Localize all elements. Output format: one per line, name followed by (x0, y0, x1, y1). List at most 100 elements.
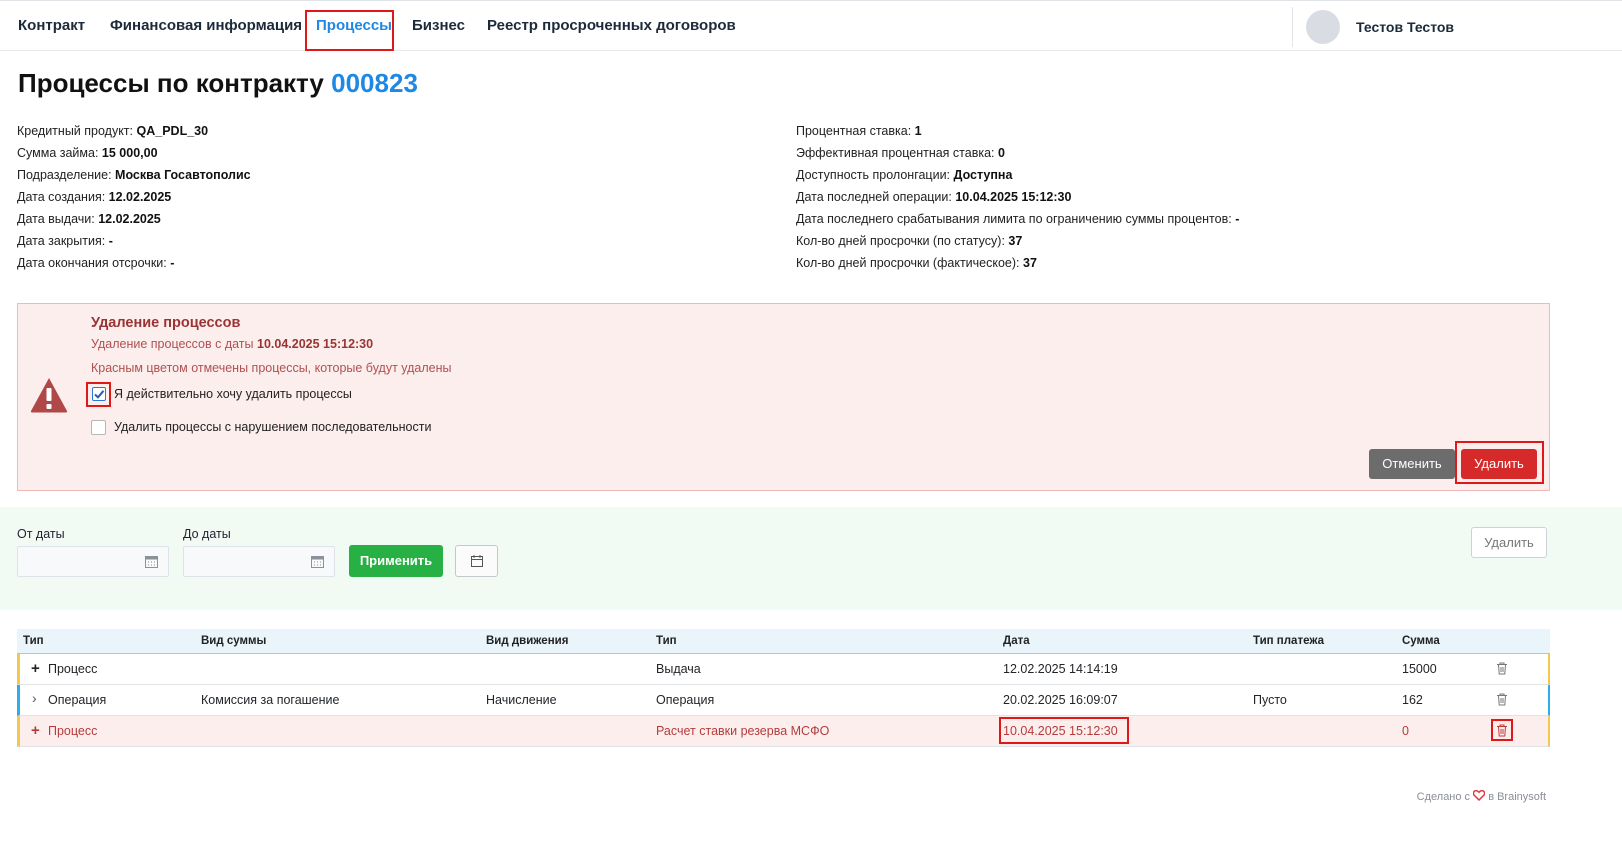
cell-amount: 15000 (1402, 662, 1437, 676)
cell-type2: Расчет ставки резерва МСФО (656, 724, 830, 738)
info-label: Кредитный продукт: (17, 124, 134, 138)
sequence-violation-label[interactable]: Удалить процессы с нарушением последоват… (114, 420, 431, 434)
info-row: Дата закрытия: - (17, 230, 251, 252)
confirm-delete-checkbox[interactable] (92, 387, 106, 401)
info-value: 12.02.2025 (108, 190, 172, 204)
tab-contract[interactable]: Контракт (18, 17, 85, 34)
tab-business[interactable]: Бизнес (412, 17, 465, 34)
page-title-text: Процессы по контракту (18, 68, 324, 98)
info-row: Доступность пролонгации: Доступна (796, 164, 1239, 186)
info-row: Подразделение: Москва Госавтополис (17, 164, 251, 186)
column-header[interactable]: Тип (23, 635, 44, 647)
info-value: Доступна (953, 168, 1013, 182)
column-header[interactable]: Тип (656, 635, 677, 647)
info-row: Кол-во дней просрочки (фактическое): 37 (796, 252, 1239, 274)
cell-amount: 162 (1402, 693, 1423, 707)
footer-suffix: в Brainysoft (1488, 791, 1546, 803)
info-value: - (108, 234, 113, 248)
info-row: Дата последнего срабатывания лимита по о… (796, 208, 1239, 230)
info-label: Дата последней операции: (796, 190, 952, 204)
footer-prefix: Сделано с (1416, 791, 1471, 803)
calendar-icon[interactable] (311, 555, 324, 568)
info-label: Кол-во дней просрочки (фактическое): (796, 256, 1020, 270)
info-row: Кол-во дней просрочки (по статусу): 37 (796, 230, 1239, 252)
trash-icon[interactable] (1496, 724, 1508, 737)
info-row: Дата выдачи: 12.02.2025 (17, 208, 251, 230)
calendar-icon[interactable] (145, 555, 158, 568)
info-label: Дата окончания отсрочки: (17, 256, 167, 270)
info-value: 37 (1008, 234, 1023, 248)
info-label: Сумма займа: (17, 146, 99, 160)
expand-toggle[interactable]: + (31, 660, 40, 677)
alert-subtitle-date: 10.04.2025 15:12:30 (257, 337, 374, 351)
info-label: Подразделение: (17, 168, 112, 182)
confirm-delete-label[interactable]: Я действительно хочу удалить процессы (114, 387, 352, 401)
footer: Сделано с в Brainysoft (1416, 789, 1546, 803)
cell-sum-kind: Комиссия за погашение (201, 693, 340, 707)
info-value: Москва Госавтополис (115, 168, 251, 182)
cell-type: Процесс (48, 662, 98, 676)
processes-table: Тип Вид суммы Вид движения Тип Дата Тип … (17, 629, 1550, 747)
table-row[interactable]: + Процесс Выдача 12.02.2025 14:14:19 150… (17, 654, 1550, 685)
info-value: QA_PDL_30 (136, 124, 209, 138)
info-label: Дата создания: (17, 190, 106, 204)
trash-icon[interactable] (1496, 662, 1508, 675)
info-value: 37 (1023, 256, 1037, 270)
sequence-violation-checkbox[interactable] (91, 420, 106, 435)
info-row: Эффективная процентная ставка: 0 (796, 142, 1239, 164)
alert-subtitle: Удаление процессов с даты 10.04.2025 15:… (91, 337, 373, 351)
info-label: Процентная ставка: (796, 124, 912, 138)
table-header: Тип Вид суммы Вид движения Тип Дата Тип … (17, 629, 1550, 654)
column-header[interactable]: Сумма (1402, 635, 1440, 647)
delete-button[interactable]: Удалить (1471, 527, 1547, 558)
cell-date: 10.04.2025 15:12:30 (1003, 724, 1118, 738)
cancel-button[interactable]: Отменить (1369, 449, 1455, 479)
column-header[interactable]: Дата (1003, 635, 1030, 647)
info-value: 0 (998, 146, 1005, 160)
info-row: Процентная ставка: 1 (796, 120, 1239, 142)
page-title: Процессы по контракту 000823 (18, 68, 418, 99)
tab-processes[interactable]: Процессы (316, 17, 392, 34)
info-label: Дата выдачи: (17, 212, 95, 226)
info-row: Дата последней операции: 10.04.2025 15:1… (796, 186, 1239, 208)
expand-toggle[interactable]: › (32, 690, 37, 706)
avatar[interactable] (1306, 10, 1340, 44)
info-row: Дата окончания отсрочки: - (17, 252, 251, 274)
info-row: Дата создания: 12.02.2025 (17, 186, 251, 208)
column-header[interactable]: Тип платежа (1253, 635, 1324, 647)
heart-icon (1472, 789, 1486, 802)
alert-subtitle-text: Удаление процессов с даты (91, 337, 254, 351)
top-navigation: Контракт Финансовая информация Процессы … (0, 0, 1622, 51)
cell-type: Процесс (48, 724, 98, 738)
contract-info-left: Кредитный продукт: QA_PDL_30 Сумма займа… (17, 120, 251, 274)
checkmark-icon (94, 390, 105, 399)
alert-title: Удаление процессов (91, 315, 241, 331)
info-value: - (1235, 212, 1240, 226)
tab-overdue-registry[interactable]: Реестр просроченных договоров (487, 17, 736, 34)
confirm-delete-button[interactable]: Удалить (1461, 449, 1537, 479)
tab-financial-info[interactable]: Финансовая информация (110, 17, 302, 34)
table-row-marked-for-deletion[interactable]: + Процесс Расчет ставки резерва МСФО 10.… (17, 716, 1550, 747)
column-header[interactable]: Вид суммы (201, 635, 266, 647)
trash-icon[interactable] (1496, 693, 1508, 706)
to-date-label: До даты (183, 527, 231, 541)
alert-note: Красным цветом отмечены процессы, которы… (91, 361, 452, 375)
info-label: Кол-во дней просрочки (по статусу): (796, 234, 1005, 248)
table-row[interactable]: › Операция Комиссия за погашение Начисле… (17, 685, 1550, 716)
expand-toggle[interactable]: + (31, 722, 40, 739)
info-label: Эффективная процентная ставка: (796, 146, 995, 160)
nav-divider (1292, 7, 1293, 47)
calendar-button[interactable] (455, 545, 498, 577)
info-label: Дата последнего срабатывания лимита по о… (796, 212, 1232, 226)
column-header[interactable]: Вид движения (486, 635, 568, 647)
contract-number-link[interactable]: 000823 (331, 68, 418, 98)
apply-filter-button[interactable]: Применить (349, 545, 443, 577)
calendar-icon (471, 555, 483, 567)
cell-date: 20.02.2025 16:09:07 (1003, 693, 1118, 707)
info-label: Доступность пролонгации: (796, 168, 951, 182)
delete-processes-alert: Удаление процессов Удаление процессов с … (17, 303, 1550, 491)
user-name[interactable]: Тестов Тестов (1356, 19, 1454, 35)
cell-payment-type: Пусто (1253, 693, 1287, 707)
info-value: - (170, 256, 175, 270)
contract-info-right: Процентная ставка: 1 Эффективная процент… (796, 120, 1239, 274)
